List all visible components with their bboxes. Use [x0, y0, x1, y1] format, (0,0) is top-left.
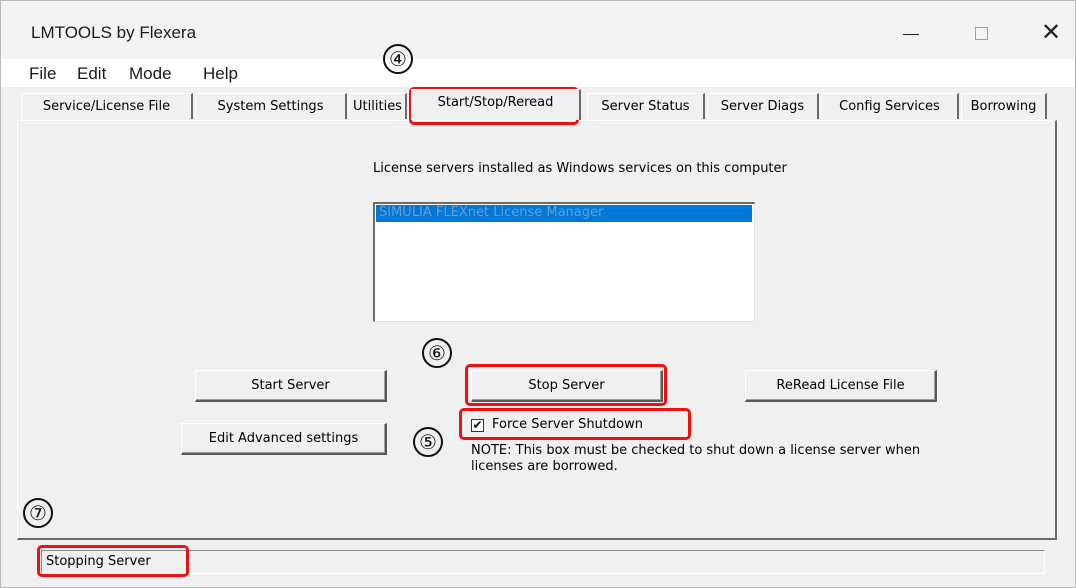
annotation-marker-6: ⑥ [422, 338, 452, 368]
tab-strip: Service/License File System Settings Uti… [17, 89, 1057, 121]
start-server-button[interactable]: Start Server [195, 370, 387, 402]
start-stop-panel [17, 120, 1057, 540]
minimize-icon[interactable] [891, 15, 931, 51]
annotation-marker-7: ⑦ [23, 498, 53, 528]
force-shutdown-label[interactable]: Force Server Shutdown [492, 417, 643, 433]
menu-bar: File Edit Mode Help [1, 59, 1075, 87]
force-shutdown-checkbox[interactable]: ✔ [471, 418, 484, 432]
tab-server-status[interactable]: Server Status [587, 93, 705, 119]
annotation-marker-5: ⑤ [413, 427, 443, 457]
tab-config-services[interactable]: Config Services [821, 93, 959, 119]
edit-advanced-settings-button[interactable]: Edit Advanced settings [181, 423, 387, 455]
services-label: License servers installed as Windows ser… [373, 161, 787, 176]
stop-server-button[interactable]: Stop Server [471, 370, 663, 402]
lmtools-window: LMTOOLS by Flexera ✕ File Edit Mode Help… [0, 0, 1076, 588]
menu-help[interactable]: Help [203, 64, 238, 84]
tab-system-settings[interactable]: System Settings [195, 93, 347, 119]
menu-edit[interactable]: Edit [77, 64, 106, 84]
tab-borrowing[interactable]: Borrowing [961, 93, 1047, 119]
annotation-marker-4: ④ [383, 44, 413, 74]
tab-server-diags[interactable]: Server Diags [707, 93, 819, 119]
reread-license-file-button[interactable]: ReRead License File [745, 370, 937, 402]
menu-mode[interactable]: Mode [129, 64, 172, 84]
services-listbox[interactable]: SIMULIA FLEXnet License Manager [373, 202, 755, 322]
service-list-item[interactable]: SIMULIA FLEXnet License Manager [376, 205, 752, 222]
status-bar: Stopping Server [41, 550, 1045, 574]
tab-utilities[interactable]: Utilities [349, 93, 407, 119]
menu-file[interactable]: File [29, 64, 56, 84]
status-text: Stopping Server [46, 554, 151, 569]
tab-start-stop-reread[interactable]: Start/Stop/Reread [411, 89, 581, 120]
maximize-icon[interactable] [961, 15, 1001, 51]
title-bar: LMTOOLS by Flexera ✕ [1, 1, 1075, 59]
close-icon[interactable]: ✕ [1031, 15, 1071, 51]
force-shutdown-note: NOTE: This box must be checked to shut d… [471, 443, 921, 474]
force-shutdown-row[interactable]: ✔ Force Server Shutdown [471, 416, 643, 434]
tab-service-license-file[interactable]: Service/License File [21, 93, 193, 119]
window-title: LMTOOLS by Flexera [31, 23, 197, 42]
